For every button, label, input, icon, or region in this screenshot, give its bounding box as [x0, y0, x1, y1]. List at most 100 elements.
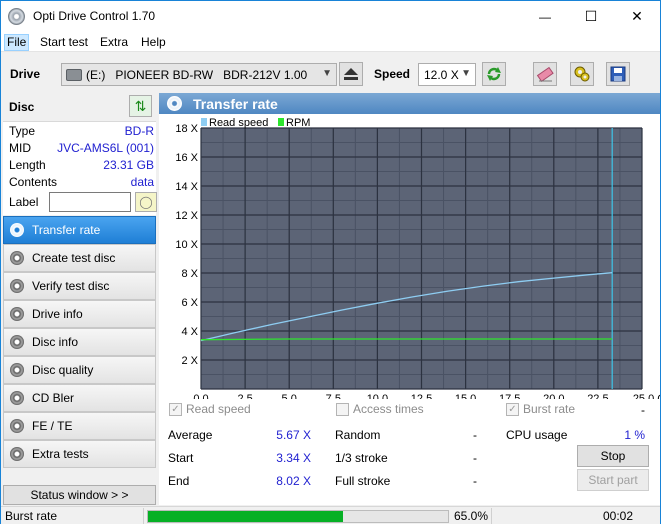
- y-tick-label: 8 X: [181, 268, 198, 280]
- speed-select-value: 12.0 X: [424, 67, 459, 82]
- disc-icon: [167, 96, 182, 111]
- disc-row-mid: MID JVC-AMS6L (001): [9, 141, 154, 157]
- nav-fe-te[interactable]: FE / TE: [3, 412, 156, 440]
- label-apply-button[interactable]: ◯: [135, 192, 157, 212]
- stop-button[interactable]: Stop: [577, 445, 649, 467]
- progress-fill: [148, 511, 343, 522]
- checkmark-icon: ✓: [506, 402, 519, 416]
- status-window-button[interactable]: Status window > >: [3, 485, 156, 505]
- nav-label: Verify test disc: [32, 279, 110, 293]
- disc-app-icon: [8, 8, 25, 25]
- burst-rate-checkbox[interactable]: ✓ Burst rate: [506, 402, 575, 416]
- disc-icon: [10, 363, 24, 377]
- nav-disc-info[interactable]: Disc info: [3, 328, 156, 356]
- panel-title: Transfer rate: [193, 95, 278, 112]
- disc-icon: [10, 307, 24, 321]
- y-tick-label: 14 X: [175, 181, 198, 193]
- nav-transfer-rate[interactable]: Transfer rate: [3, 216, 156, 244]
- disc-icon: [10, 447, 24, 461]
- nav-drive-info[interactable]: Drive info: [3, 300, 156, 328]
- nav-create-test-disc[interactable]: Create test disc: [3, 244, 156, 272]
- x-tick-label: 22.5: [587, 393, 608, 399]
- eraser-icon: [536, 66, 554, 82]
- menu-file[interactable]: File: [4, 34, 30, 51]
- nav-label: Drive info: [32, 307, 83, 321]
- start-value: 3.34 X: [276, 451, 311, 465]
- access-times-checkbox[interactable]: Access times: [336, 402, 424, 416]
- x-tick-label: 5.0: [282, 393, 297, 399]
- burst-rate-value: -: [641, 403, 645, 417]
- disc-header-label: Disc: [9, 100, 35, 114]
- checkbox-label: Access times: [353, 402, 424, 416]
- disc-key: Contents: [9, 175, 58, 189]
- full-stroke-label: Full stroke: [335, 474, 391, 488]
- disc-value: BD-R: [124, 124, 154, 138]
- toolbar: Drive (E:) PIONEER BD-RW BDR-212V 1.00 ▼…: [1, 53, 660, 92]
- disc-label-input[interactable]: [49, 192, 131, 212]
- erase-button[interactable]: [533, 62, 557, 86]
- nav-cd-bler[interactable]: CD Bler: [3, 384, 156, 412]
- eject-button[interactable]: [339, 62, 363, 86]
- floppy-save-icon: [610, 66, 626, 82]
- disc-row-label: Label ◯: [9, 192, 157, 213]
- refresh-icon: [487, 67, 501, 81]
- average-label: Average: [168, 428, 213, 442]
- start-part-button[interactable]: Start part: [577, 469, 649, 491]
- x-tick-label: 20.0: [543, 393, 564, 399]
- drive-select[interactable]: (E:) PIONEER BD-RW BDR-212V 1.00 ▼: [61, 63, 337, 86]
- speed-select[interactable]: 12.0 X ▼: [418, 63, 476, 86]
- minimize-button[interactable]: —: [522, 1, 568, 32]
- menu-start-test[interactable]: Start test: [37, 34, 91, 51]
- nav-label: Transfer rate: [32, 223, 101, 237]
- legend-label: RPM: [286, 117, 310, 129]
- menu-help[interactable]: Help: [138, 34, 169, 51]
- read-speed-checkbox[interactable]: ✓ Read speed: [169, 402, 251, 416]
- stats-area: ✓ Read speed Access times ✓ Burst rate -…: [159, 401, 660, 505]
- speed-label: Speed: [374, 67, 411, 81]
- disc-icon: [10, 279, 24, 293]
- menu-extra[interactable]: Extra: [97, 34, 131, 51]
- x-tick-label: 10.0: [367, 393, 388, 399]
- sidebar: Disc ⇅ Type BD-R MID JVC-AMS6L (001) Len…: [1, 93, 158, 505]
- chevron-down-icon: ▼: [461, 68, 471, 79]
- title-bar: Opti Drive Control 1.70 — ☐ ✕: [1, 1, 660, 32]
- nav-label: Disc quality: [32, 363, 94, 377]
- app-window: Opti Drive Control 1.70 — ☐ ✕ File Start…: [0, 0, 661, 524]
- full-stroke-value: -: [473, 474, 477, 488]
- status-divider: [491, 508, 492, 524]
- disc-row-type: Type BD-R: [9, 124, 154, 140]
- progress-bar: [147, 510, 449, 523]
- drive-icon: [66, 68, 82, 81]
- y-tick-label: 10 X: [175, 239, 198, 251]
- checkbox-label: Burst rate: [523, 402, 576, 416]
- x-tick-label: 15.0: [455, 393, 476, 399]
- y-tick-label: 16 X: [175, 152, 198, 164]
- refresh-arrows-icon: ⇅: [134, 97, 147, 114]
- maximize-button[interactable]: ☐: [568, 1, 614, 32]
- series-line-rpm: [200, 338, 613, 341]
- x-tick-label: 25.0 GB: [633, 393, 660, 399]
- window-title: Opti Drive Control 1.70: [33, 9, 156, 23]
- maximize-icon: ☐: [584, 8, 598, 24]
- chart-svg: 2 X 4 X 6 X 8 X 10 X 12 X 14 X 16 X 18 X 0.0 2.5 5.…: [175, 117, 661, 405]
- nav-label: CD Bler: [32, 391, 75, 405]
- disc-refresh-button[interactable]: ⇅: [129, 95, 152, 117]
- legend-swatch: [201, 118, 207, 126]
- close-icon: ✕: [631, 8, 643, 24]
- save-button[interactable]: [606, 62, 630, 86]
- x-tick-label: 12.5: [411, 393, 432, 399]
- disc-key: MID: [9, 141, 31, 155]
- settings-button[interactable]: [570, 62, 594, 86]
- end-value: 8.02 X: [276, 474, 311, 488]
- status-divider: [143, 508, 144, 524]
- y-tick-label: 4 X: [181, 326, 198, 338]
- legend-swatch: [278, 118, 284, 126]
- nav-extra-tests[interactable]: Extra tests: [3, 440, 156, 468]
- random-value: -: [473, 428, 477, 442]
- nav-disc-quality[interactable]: Disc quality: [3, 356, 156, 384]
- gear-icon: [574, 66, 590, 82]
- nav-label: Extra tests: [32, 447, 89, 461]
- close-button[interactable]: ✕: [614, 1, 660, 32]
- nav-verify-test-disc[interactable]: Verify test disc: [3, 272, 156, 300]
- refresh-speed-button[interactable]: [482, 62, 506, 86]
